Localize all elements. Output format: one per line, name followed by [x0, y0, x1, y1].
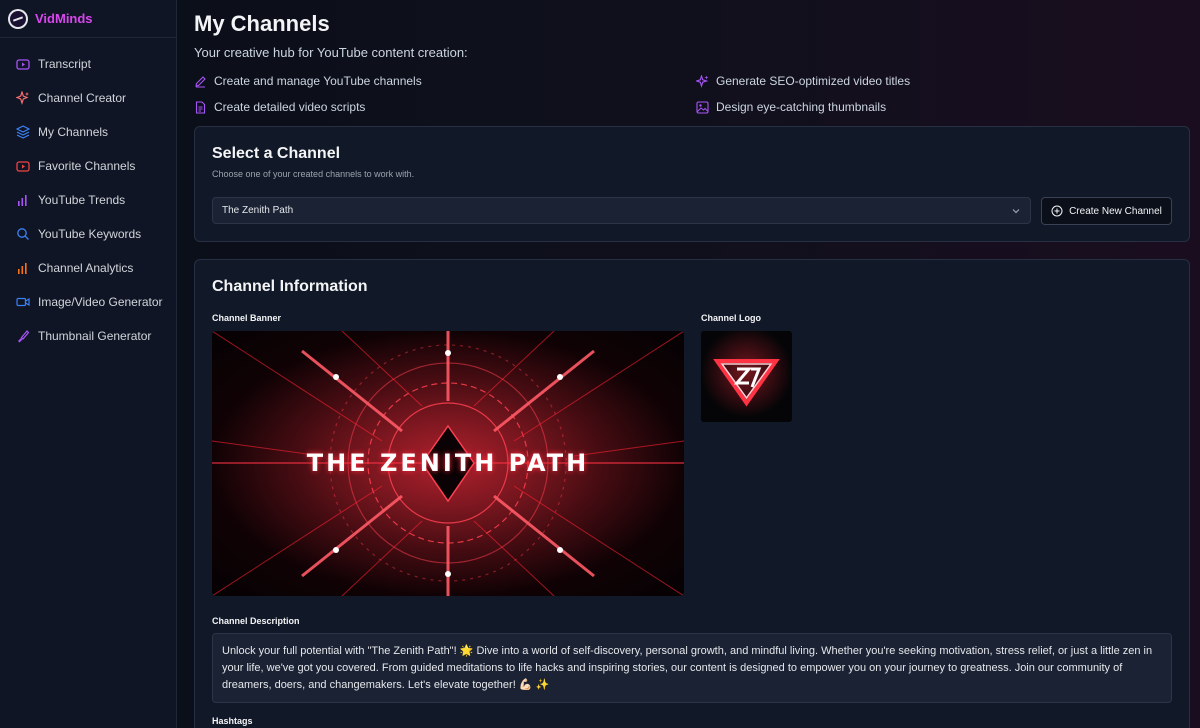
page-subtitle: Your creative hub for YouTube content cr… [194, 45, 468, 60]
sidebar-item-label: My Channels [38, 125, 109, 139]
feature-item: Create detailed video scripts [194, 94, 696, 120]
channel-information-card: Channel Information Channel Banner THE Z… [194, 259, 1190, 728]
sidebar-item-label: Image/Video Generator [38, 295, 163, 309]
sidebar-item-label: Channel Creator [38, 91, 127, 105]
sidebar-item-transcript[interactable]: Transcript [0, 47, 176, 81]
bar-chart-icon [16, 261, 30, 275]
sidebar-item-image-video-generator[interactable]: Image/Video Generator [0, 285, 176, 319]
feature-label: Design eye-catching thumbnails [716, 100, 887, 114]
channel-logo-image[interactable] [701, 331, 792, 422]
brand-name: VidMinds [35, 11, 93, 26]
sidebar-item-channel-analytics[interactable]: Channel Analytics [0, 251, 176, 285]
page-title: My Channels [194, 11, 330, 36]
channel-description-field[interactable]: Unlock your full potential with "The Zen… [212, 633, 1172, 703]
plus-circle-icon [1051, 205, 1063, 217]
youtube-icon [16, 159, 30, 173]
sidebar-item-label: Transcript [38, 57, 91, 71]
page-header: My Channels Your creative hub for YouTub… [177, 0, 1200, 126]
feature-item: Generate SEO-optimized video titles [696, 68, 996, 94]
feature-label: Create detailed video scripts [214, 100, 366, 114]
create-new-channel-label: Create New Channel [1069, 205, 1162, 217]
sidebar-item-youtube-trends[interactable]: YouTube Trends [0, 183, 176, 217]
banner-title-text: THE ZENITH PATH [306, 449, 590, 477]
sidebar-item-label: YouTube Keywords [38, 227, 142, 241]
sidebar-item-label: Favorite Channels [38, 159, 136, 173]
card-title: Channel Information [212, 278, 368, 295]
sidebar-item-label: Channel Analytics [38, 261, 134, 275]
document-icon [194, 100, 207, 114]
sidebar-item-label: YouTube Trends [38, 193, 126, 207]
channel-logo-icon [701, 331, 792, 422]
card-title: Select a Channel [212, 145, 341, 162]
pencil-icon [194, 75, 207, 88]
feature-list: Create and manage YouTube channels Gener… [194, 68, 1200, 120]
sparkles-icon [696, 74, 709, 88]
feature-item: Create and manage YouTube channels [194, 68, 696, 94]
channel-banner-label: Channel Banner [212, 313, 282, 323]
channel-select[interactable]: The Zenith Path [212, 197, 1031, 224]
card-subtitle: Choose one of your created channels to w… [212, 169, 415, 179]
chevron-down-icon [1012, 209, 1020, 214]
feature-item: Design eye-catching thumbnails [696, 94, 996, 120]
select-channel-card: Select a Channel Choose one of your crea… [194, 126, 1190, 242]
bar-chart-icon [16, 193, 30, 207]
channel-description-label: Channel Description [212, 616, 300, 626]
sparkles-icon [16, 91, 30, 105]
create-new-channel-button[interactable]: Create New Channel [1041, 197, 1172, 225]
image-icon [696, 100, 709, 114]
channel-banner-image[interactable]: THE ZENITH PATH [212, 331, 684, 596]
channel-select-value: The Zenith Path [222, 205, 294, 216]
youtube-icon [16, 57, 30, 71]
brand-logo-icon [8, 8, 28, 29]
sidebar: VidMinds Transcript Channel Creator My C… [0, 0, 177, 728]
sidebar-nav: Transcript Channel Creator My Channels F… [0, 38, 176, 353]
hashtags-label: Hashtags [212, 716, 253, 726]
sidebar-item-thumbnail-generator[interactable]: Thumbnail Generator [0, 319, 176, 353]
search-icon [16, 227, 30, 241]
channel-logo-label: Channel Logo [701, 313, 761, 323]
sidebar-item-my-channels[interactable]: My Channels [0, 115, 176, 149]
sidebar-item-label: Thumbnail Generator [38, 329, 152, 343]
feature-label: Generate SEO-optimized video titles [716, 74, 911, 88]
sidebar-item-youtube-keywords[interactable]: YouTube Keywords [0, 217, 176, 251]
video-icon [16, 295, 30, 309]
sidebar-item-favorite-channels[interactable]: Favorite Channels [0, 149, 176, 183]
sidebar-item-channel-creator[interactable]: Channel Creator [0, 81, 176, 115]
layers-icon [16, 125, 30, 139]
brand[interactable]: VidMinds [0, 0, 176, 38]
brush-icon [16, 329, 30, 343]
main-content: My Channels Your creative hub for YouTub… [177, 0, 1200, 728]
feature-label: Create and manage YouTube channels [214, 74, 422, 88]
